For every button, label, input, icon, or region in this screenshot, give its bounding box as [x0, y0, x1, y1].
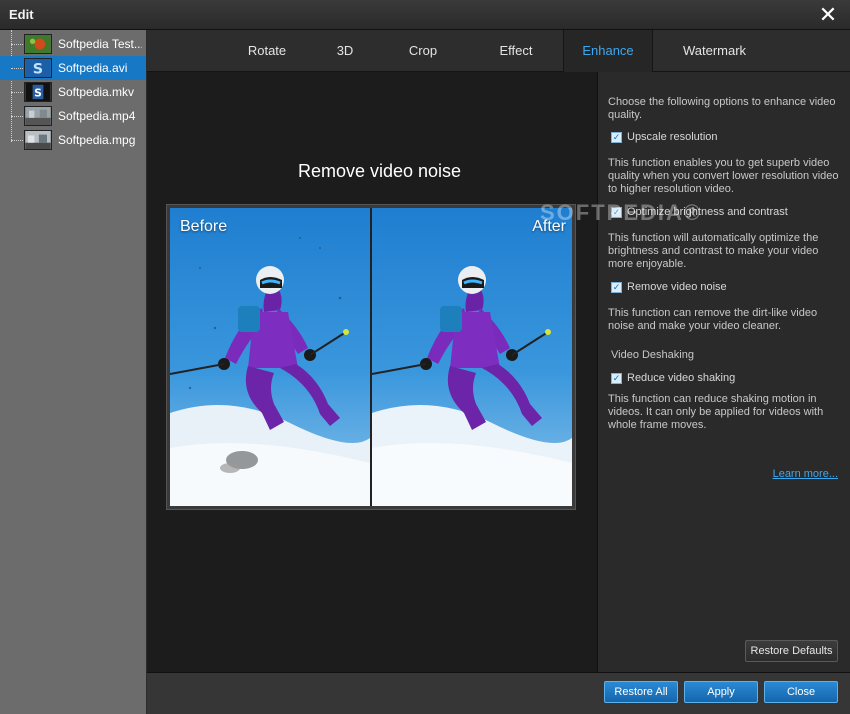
after-label: After: [532, 218, 566, 235]
tab-bar: Rotate 3D Crop Effect Enhance Watermark: [147, 30, 850, 72]
preview-area: Remove video noise Before After: [147, 72, 597, 672]
tab-rotate[interactable]: Rotate: [227, 30, 307, 72]
tab-3d[interactable]: 3D: [313, 30, 377, 72]
restore-defaults-button[interactable]: Restore Defaults: [745, 640, 838, 662]
enhance-options-panel: Choose the following options to enhance …: [597, 72, 850, 672]
close-button[interactable]: Close: [764, 681, 838, 703]
window-title: Edit: [9, 7, 34, 22]
file-item-softpedia-mpg[interactable]: Softpedia.mpg: [0, 128, 146, 152]
bottom-bar: Restore All Apply Close: [147, 672, 850, 714]
file-thumbnail: S: [24, 82, 52, 102]
file-name: Softpedia.avi: [58, 61, 128, 75]
svg-text:S: S: [33, 61, 43, 77]
restore-all-button[interactable]: Restore All: [604, 681, 678, 703]
apply-button[interactable]: Apply: [684, 681, 758, 703]
tree-branch: [11, 140, 23, 141]
brightness-label: Optimize brightness and contrast: [627, 206, 788, 218]
file-thumbnail: S: [24, 58, 52, 78]
checkbox-check-icon[interactable]: ✓: [611, 373, 622, 384]
tree-branch: [11, 44, 23, 45]
file-thumbnail: [24, 34, 52, 54]
checkbox-check-icon[interactable]: ✓: [611, 282, 622, 293]
before-label: Before: [180, 218, 228, 235]
file-item-softpedia-mkv[interactable]: S Softpedia.mkv: [0, 80, 146, 104]
tab-enhance[interactable]: Enhance: [563, 30, 653, 72]
deshake-label: Reduce video shaking: [627, 372, 736, 384]
noise-description: This function can remove the dirt-like v…: [608, 307, 818, 332]
svg-text:S: S: [34, 87, 42, 100]
tree-branch: [11, 68, 23, 69]
file-name: Softpedia Test...: [58, 37, 142, 51]
file-thumbnail: [24, 130, 52, 150]
learn-more-link[interactable]: Learn more...: [773, 468, 838, 480]
file-name: Softpedia.mkv: [58, 85, 135, 99]
deshake-description: This function can reduce shaking motion …: [608, 393, 824, 431]
tab-watermark[interactable]: Watermark: [662, 30, 767, 72]
brightness-description: This function will automatically optimiz…: [608, 232, 819, 270]
file-item-softpedia-test[interactable]: Softpedia Test...: [0, 32, 146, 56]
upscale-label: Upscale resolution: [627, 131, 718, 143]
checkbox-check-icon[interactable]: ✓: [611, 207, 622, 218]
file-name: Softpedia.mpg: [58, 133, 136, 147]
file-item-softpedia-mp4[interactable]: Softpedia.mp4: [0, 104, 146, 128]
noise-label: Remove video noise: [627, 281, 727, 293]
upscale-description: This function enables you to get superb …: [608, 157, 839, 195]
tree-branch: [11, 92, 23, 93]
tab-effect[interactable]: Effect: [476, 30, 556, 72]
file-list: Softpedia Test... S Softpedia.avi S Soft…: [0, 30, 147, 714]
tab-crop[interactable]: Crop: [383, 30, 463, 72]
after-image: After: [372, 208, 572, 506]
file-name: Softpedia.mp4: [58, 109, 136, 123]
preview-frame: Before After: [166, 204, 576, 510]
file-thumbnail: [24, 106, 52, 126]
before-image: Before: [170, 208, 370, 506]
close-icon[interactable]: ✕: [816, 3, 840, 27]
preview-title: Remove video noise: [297, 161, 462, 181]
file-item-softpedia-avi[interactable]: S Softpedia.avi: [0, 56, 146, 80]
main-panel: Rotate 3D Crop Effect Enhance Watermark …: [147, 30, 850, 714]
intro-text: Choose the following options to enhance …: [608, 96, 836, 121]
title-bar: Edit ✕: [0, 0, 850, 30]
tree-branch: [11, 116, 23, 117]
deshake-section-header: Video Deshaking: [611, 349, 694, 361]
checkbox-check-icon[interactable]: ✓: [611, 132, 622, 143]
